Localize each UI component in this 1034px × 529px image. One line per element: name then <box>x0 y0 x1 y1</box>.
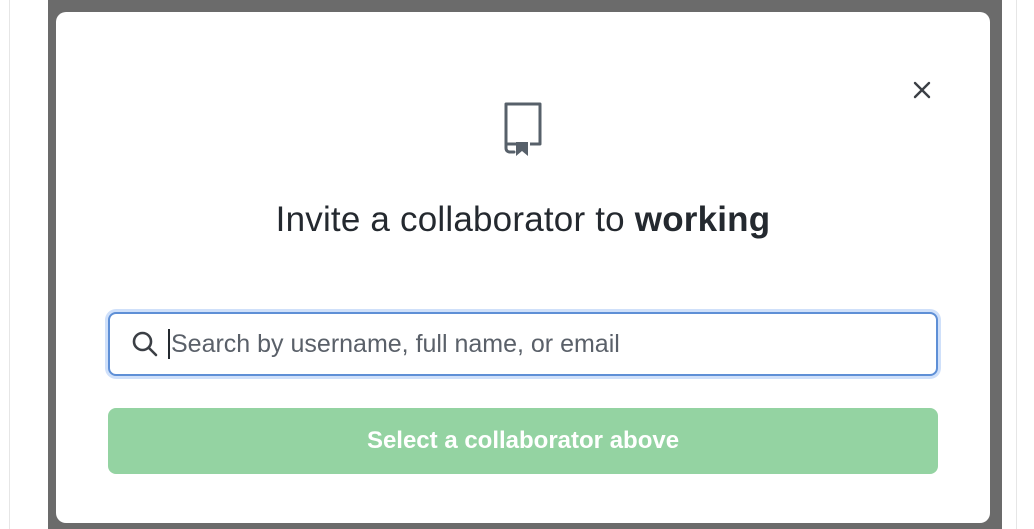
repo-name: working <box>634 200 771 239</box>
page-border-left <box>9 0 10 529</box>
close-button[interactable] <box>902 72 942 108</box>
page-border-right <box>1016 0 1017 529</box>
text-caret <box>168 329 170 359</box>
invite-collaborator-dialog: Invite a collaborator to working Select … <box>56 12 990 523</box>
search-icon <box>132 331 158 357</box>
search-input[interactable] <box>171 329 936 359</box>
title-prefix: Invite a collaborator to <box>275 200 625 239</box>
dialog-title: Invite a collaborator to working <box>56 200 990 240</box>
search-field[interactable] <box>108 312 938 376</box>
repo-icon <box>504 102 542 156</box>
close-icon <box>913 81 931 99</box>
select-collaborator-button[interactable]: Select a collaborator above <box>108 408 938 474</box>
